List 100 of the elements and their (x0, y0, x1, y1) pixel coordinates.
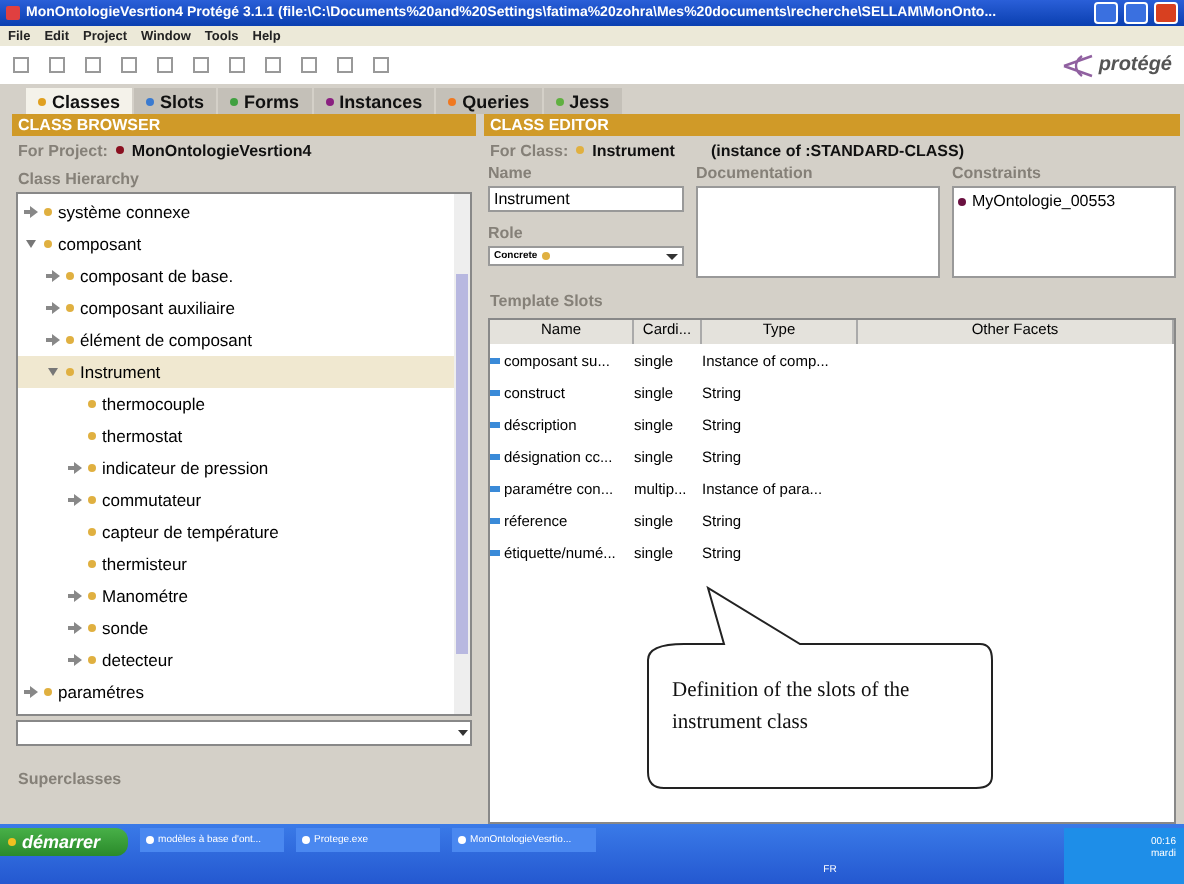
dropdown-arrow-icon[interactable] (666, 251, 678, 261)
collapsed-arrow-icon[interactable] (46, 270, 60, 282)
tree-item[interactable]: sonde (18, 612, 454, 644)
dropdown-arrow-icon[interactable] (456, 726, 470, 740)
hierarchy-label: Class Hierarchy (18, 169, 139, 187)
tree-label: thermisteur (102, 554, 188, 574)
tree-item[interactable]: thermisteur (18, 548, 454, 580)
collapsed-arrow-icon[interactable] (68, 622, 82, 634)
class-label: For Class: (490, 141, 569, 159)
collapsed-arrow-icon[interactable] (68, 654, 82, 666)
class-icon (66, 336, 74, 344)
slot-icon (490, 357, 500, 363)
tree-label: élément de composant (80, 330, 252, 350)
collapsed-arrow-icon[interactable] (68, 462, 82, 474)
search-field[interactable] (16, 720, 472, 746)
tree-item[interactable]: Manométre (18, 580, 454, 612)
documentation-field[interactable] (696, 186, 940, 278)
documentation-label: Documentation (696, 164, 815, 182)
class-icon (88, 560, 96, 568)
expanded-arrow-icon[interactable] (46, 366, 60, 378)
tab[interactable]: Slots (134, 88, 217, 114)
class-icon (88, 464, 96, 472)
tree-item[interactable]: composant (18, 228, 454, 260)
tree-label: composant (58, 234, 142, 254)
tree-label: thermostat (102, 426, 183, 446)
project-name: MonOntologieVesrtion4 (131, 141, 312, 159)
class-icon (88, 432, 96, 440)
tree-item[interactable]: élément de composant (18, 324, 454, 356)
app-icon (6, 6, 20, 20)
start-button[interactable]: démarrer (0, 828, 129, 856)
collapsed-arrow-icon[interactable] (68, 494, 82, 506)
close-button[interactable] (1154, 2, 1178, 24)
name-field[interactable]: Instrument (488, 186, 684, 212)
tree-item[interactable]: capteur de température (18, 516, 454, 548)
tree-item[interactable]: indicateur de pression (18, 452, 454, 484)
class-icon (66, 368, 74, 376)
tree-label: composant auxiliaire (80, 298, 235, 318)
maximize-button[interactable] (1124, 2, 1148, 24)
panel-header: CLASS BROWSER (12, 114, 476, 136)
project-icon (115, 146, 124, 154)
tree-label: sonde (102, 618, 149, 638)
class-icon (66, 272, 74, 280)
tree-item[interactable]: système connexe (18, 196, 454, 228)
class-icon (44, 688, 52, 696)
tab[interactable]: Instances (313, 88, 435, 114)
tab[interactable]: Classes (26, 88, 133, 114)
class-icon (88, 528, 96, 536)
class-icon (576, 146, 585, 154)
tree-item[interactable]: composant auxiliaire (18, 292, 454, 324)
slot-icon (490, 421, 500, 427)
collapsed-arrow-icon[interactable] (24, 206, 38, 218)
superclasses-label: Superclasses (18, 770, 122, 788)
class-icon (88, 400, 96, 408)
class-icon (88, 656, 96, 664)
tree-label: système connexe (58, 202, 191, 222)
tab[interactable]: Forms (218, 88, 312, 114)
class-icon (88, 624, 96, 632)
tree-label: detecteur (102, 650, 173, 670)
tree-label: capteur de température (102, 522, 279, 542)
tree-item[interactable]: thermostat (18, 420, 454, 452)
tab[interactable]: Jess (543, 88, 622, 114)
class-icon (88, 592, 96, 600)
project-label: For Project: (18, 141, 108, 159)
tree-label: composant de base. (80, 266, 234, 286)
tab[interactable]: Queries (436, 88, 542, 114)
constraint-icon (958, 197, 966, 205)
name-label: Name (488, 164, 534, 182)
logo: protégé (1062, 53, 1172, 77)
expanded-arrow-icon[interactable] (24, 238, 38, 250)
collapsed-arrow-icon[interactable] (46, 334, 60, 346)
constraint-item[interactable]: MyOntologie_00553 (972, 192, 1116, 210)
callout-text: Definition of the slots of the instrument class (672, 678, 912, 738)
slot-icon (490, 453, 500, 459)
tree-label: paramétres (58, 682, 144, 702)
class-icon (88, 496, 96, 504)
constraints-label: Constraints (952, 164, 1043, 182)
collapsed-arrow-icon[interactable] (24, 686, 38, 698)
tree-item[interactable]: commutateur (18, 484, 454, 516)
slot-icon (490, 485, 500, 491)
minimize-button[interactable] (1094, 2, 1118, 24)
tree-item[interactable]: Instrument (18, 356, 454, 388)
tree-item[interactable]: composant de base. (18, 260, 454, 292)
tree-label: indicateur de pression (102, 458, 269, 478)
tree-label: Instrument (80, 362, 161, 382)
class-icon (44, 240, 52, 248)
tree-item[interactable]: thermocouple (18, 388, 454, 420)
tree-item[interactable]: detecteur (18, 644, 454, 676)
slot-icon (490, 549, 500, 555)
role-label: Role (488, 224, 525, 242)
collapsed-arrow-icon[interactable] (68, 590, 82, 602)
instance-of-text: (instance of :STANDARD-CLASS) (710, 141, 964, 159)
tree-item[interactable]: paramétres (18, 676, 454, 708)
slot-icon (490, 389, 500, 395)
template-slots-label: Template Slots (490, 291, 603, 309)
tree-label: Manométre (102, 586, 188, 606)
class-icon (66, 304, 74, 312)
scrollbar[interactable] (454, 194, 470, 714)
slot-icon (490, 517, 500, 523)
collapsed-arrow-icon[interactable] (46, 302, 60, 314)
tree-label: commutateur (102, 490, 202, 510)
